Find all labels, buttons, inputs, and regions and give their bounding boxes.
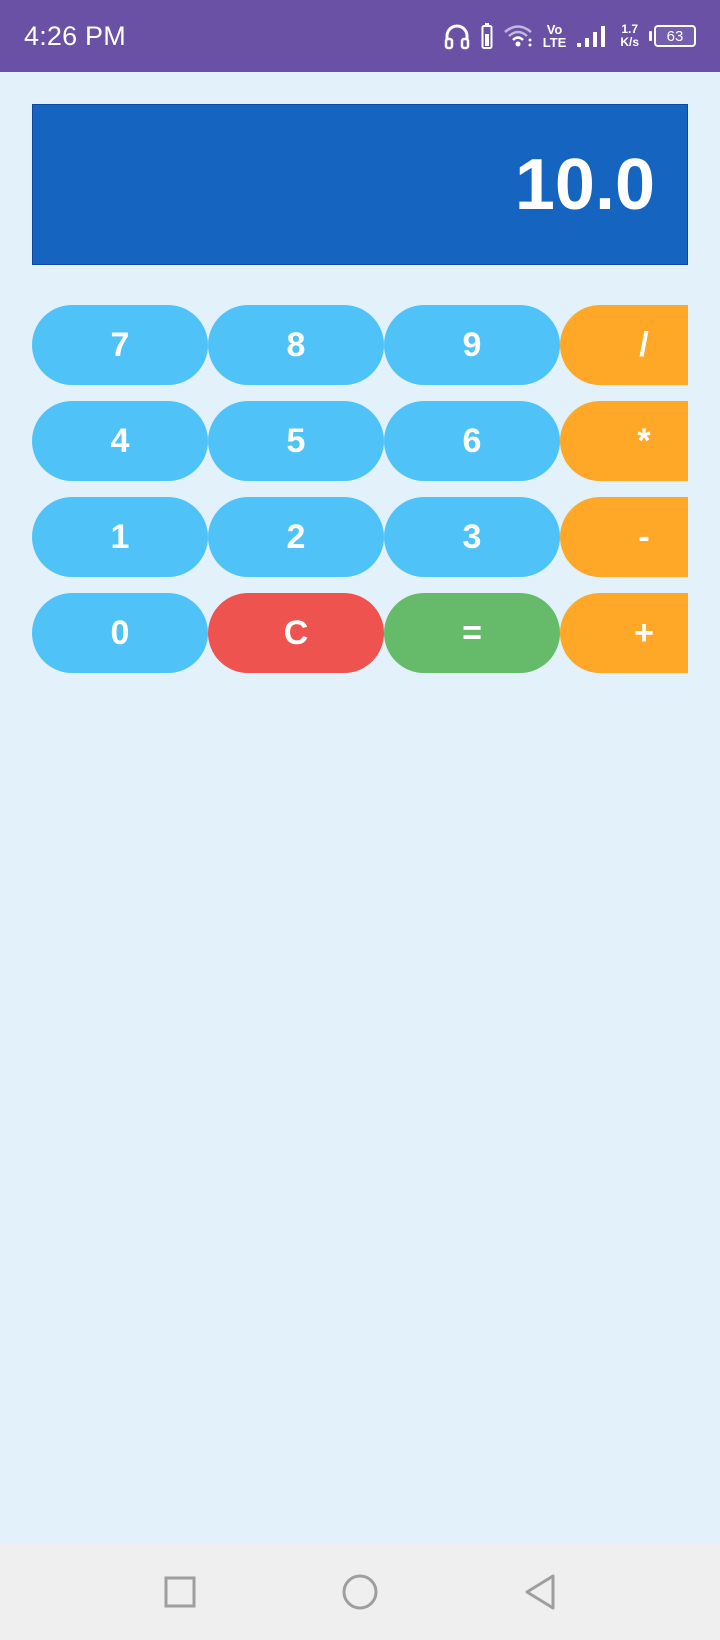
divide-button[interactable]: /: [560, 305, 688, 385]
key-2[interactable]: 2: [208, 497, 384, 577]
multiply-button[interactable]: *: [560, 401, 688, 481]
battery-icon: 63: [649, 25, 696, 47]
key-1[interactable]: 1: [32, 497, 208, 577]
add-button[interactable]: +: [560, 593, 688, 673]
key-4[interactable]: 4: [32, 401, 208, 481]
signal-icon: [576, 24, 606, 48]
wifi-icon: [503, 23, 533, 49]
equals-button[interactable]: =: [384, 593, 560, 673]
back-icon[interactable]: [520, 1572, 560, 1612]
key-row: 0 C = +: [32, 593, 688, 673]
key-row: 1 2 3 -: [32, 497, 688, 577]
navigation-bar: [0, 1544, 720, 1640]
subtract-button[interactable]: -: [560, 497, 688, 577]
status-icons: Vo LTE 1.7 K/s 63: [443, 22, 696, 50]
home-icon[interactable]: [340, 1572, 380, 1612]
battery-level: 63: [654, 25, 696, 47]
network-speed: 1.7 K/s: [620, 22, 639, 49]
key-8[interactable]: 8: [208, 305, 384, 385]
keypad: 7 8 9 / 4 5 6 * 1 2 3 - 0 C = +: [32, 305, 688, 689]
status-time: 4:26 PM: [24, 20, 126, 51]
key-6[interactable]: 6: [384, 401, 560, 481]
calculator-display: 10.0: [32, 104, 688, 265]
key-7[interactable]: 7: [32, 305, 208, 385]
battery-saver-icon: [481, 22, 493, 50]
display-value: 10.0: [514, 144, 655, 225]
key-9[interactable]: 9: [384, 305, 560, 385]
key-row: 4 5 6 *: [32, 401, 688, 481]
key-5[interactable]: 5: [208, 401, 384, 481]
key-row: 7 8 9 /: [32, 305, 688, 385]
status-bar: 4:26 PM Vo LTE 1.7 K/s 63: [0, 0, 720, 72]
key-0[interactable]: 0: [32, 593, 208, 673]
clear-button[interactable]: C: [208, 593, 384, 673]
recents-icon[interactable]: [160, 1572, 200, 1612]
headphones-icon: [443, 22, 471, 50]
key-3[interactable]: 3: [384, 497, 560, 577]
volte-icon: Vo LTE: [542, 22, 567, 50]
